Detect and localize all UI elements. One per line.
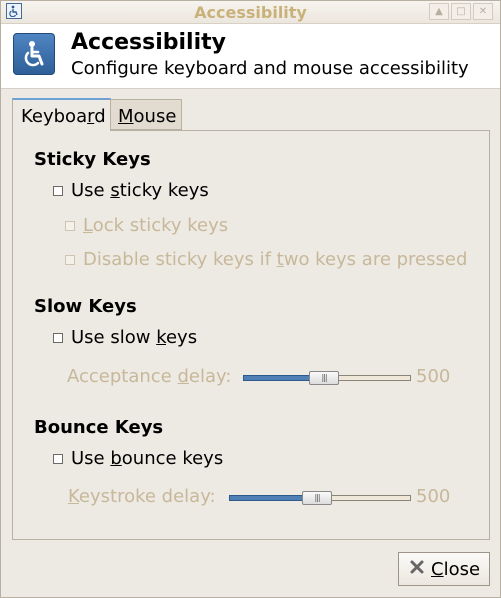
mnemonic: C	[431, 558, 444, 580]
keystroke-delay-value: 500	[416, 486, 451, 507]
maximize-icon[interactable]: □	[451, 3, 471, 20]
acceptance-delay-value: 500	[416, 366, 451, 387]
label-text: Acceptance	[67, 366, 178, 387]
label-text: eys	[165, 327, 198, 348]
keyboard-tab-panel: Sticky Keys Use sticky keys Lock sticky …	[12, 130, 490, 540]
tab-mouse[interactable]: Mouse	[110, 99, 182, 130]
acceptance-delay-slider[interactable]: |||	[243, 369, 411, 387]
checkbox-label: Use sticky keys	[71, 180, 209, 201]
label-text: eystroke delay:	[78, 486, 216, 507]
mnemonic: t	[276, 249, 284, 270]
label-text: ounce keys	[121, 448, 224, 469]
checkbox-box	[53, 186, 63, 196]
slider-thumb[interactable]: |||	[309, 371, 339, 385]
checkbox-label: Use bounce keys	[71, 448, 223, 469]
use-bounce-keys-checkbox[interactable]: Use bounce keys	[53, 448, 253, 470]
disable-sticky-keys-checkbox[interactable]: Disable sticky keys if two keys are pres…	[65, 249, 475, 271]
label-text: lose	[443, 558, 481, 580]
tab-keyboard[interactable]: Keyboard	[12, 98, 111, 131]
slider-thumb[interactable]: |||	[302, 491, 332, 505]
mnemonic: k	[156, 327, 166, 348]
mnemonic: d	[177, 366, 189, 387]
label-text: ticky keys	[119, 180, 209, 201]
shade-icon[interactable]: ▲	[429, 3, 449, 20]
label-text: Disable sticky keys if	[83, 249, 277, 270]
mnemonic: b	[110, 448, 122, 469]
acceptance-delay-label: Acceptance delay:	[67, 366, 231, 387]
use-sticky-keys-checkbox[interactable]: Use sticky keys	[53, 180, 253, 202]
label-text: Use	[71, 180, 111, 201]
mnemonic: s	[110, 180, 120, 201]
use-slow-keys-checkbox[interactable]: Use slow keys	[53, 327, 253, 349]
checkbox-label: Lock sticky keys	[83, 215, 228, 236]
close-x-icon	[409, 559, 425, 580]
label-text: ock sticky keys	[92, 215, 229, 236]
slow-keys-heading: Slow Keys	[34, 296, 137, 317]
checkbox-label: Disable sticky keys if two keys are pres…	[83, 249, 467, 270]
window-title: Accessibility	[194, 3, 307, 22]
tab-label: d	[94, 106, 106, 127]
bounce-keys-heading: Bounce Keys	[34, 417, 164, 438]
mnemonic: K	[68, 486, 79, 507]
checkbox-box	[65, 221, 75, 231]
close-button[interactable]: Close	[398, 552, 490, 586]
label-text: elay:	[188, 366, 232, 387]
keystroke-delay-slider[interactable]: |||	[229, 489, 411, 507]
keystroke-delay-label: Keystroke delay:	[68, 486, 216, 507]
label-text: Use	[71, 448, 111, 469]
label-text: Use slow	[71, 327, 157, 348]
titlebar[interactable]: Accessibility ▲ □ ✕	[1, 1, 500, 24]
close-window-icon[interactable]: ✕	[473, 3, 493, 20]
header-subtitle: Configure keyboard and mouse accessibili…	[71, 58, 469, 79]
sticky-keys-heading: Sticky Keys	[34, 149, 151, 170]
header-banner: Accessibility Configure keyboard and mou…	[1, 24, 500, 89]
checkbox-label: Use slow keys	[71, 327, 197, 348]
mnemonic: M	[118, 106, 134, 127]
tab-label: Keyboa	[21, 106, 88, 127]
tab-label: ouse	[133, 106, 177, 127]
label-text: wo keys are pressed	[283, 249, 468, 270]
accessibility-wheelchair-icon	[13, 33, 55, 75]
close-button-label: Close	[431, 559, 480, 580]
checkbox-box	[65, 255, 75, 265]
mnemonic: L	[83, 215, 93, 236]
header-title: Accessibility	[71, 30, 226, 55]
lock-sticky-keys-checkbox[interactable]: Lock sticky keys	[65, 215, 265, 237]
checkbox-box	[53, 333, 63, 343]
accessibility-window: Accessibility ▲ □ ✕ Accessibility Config…	[0, 0, 501, 598]
checkbox-box	[53, 454, 63, 464]
